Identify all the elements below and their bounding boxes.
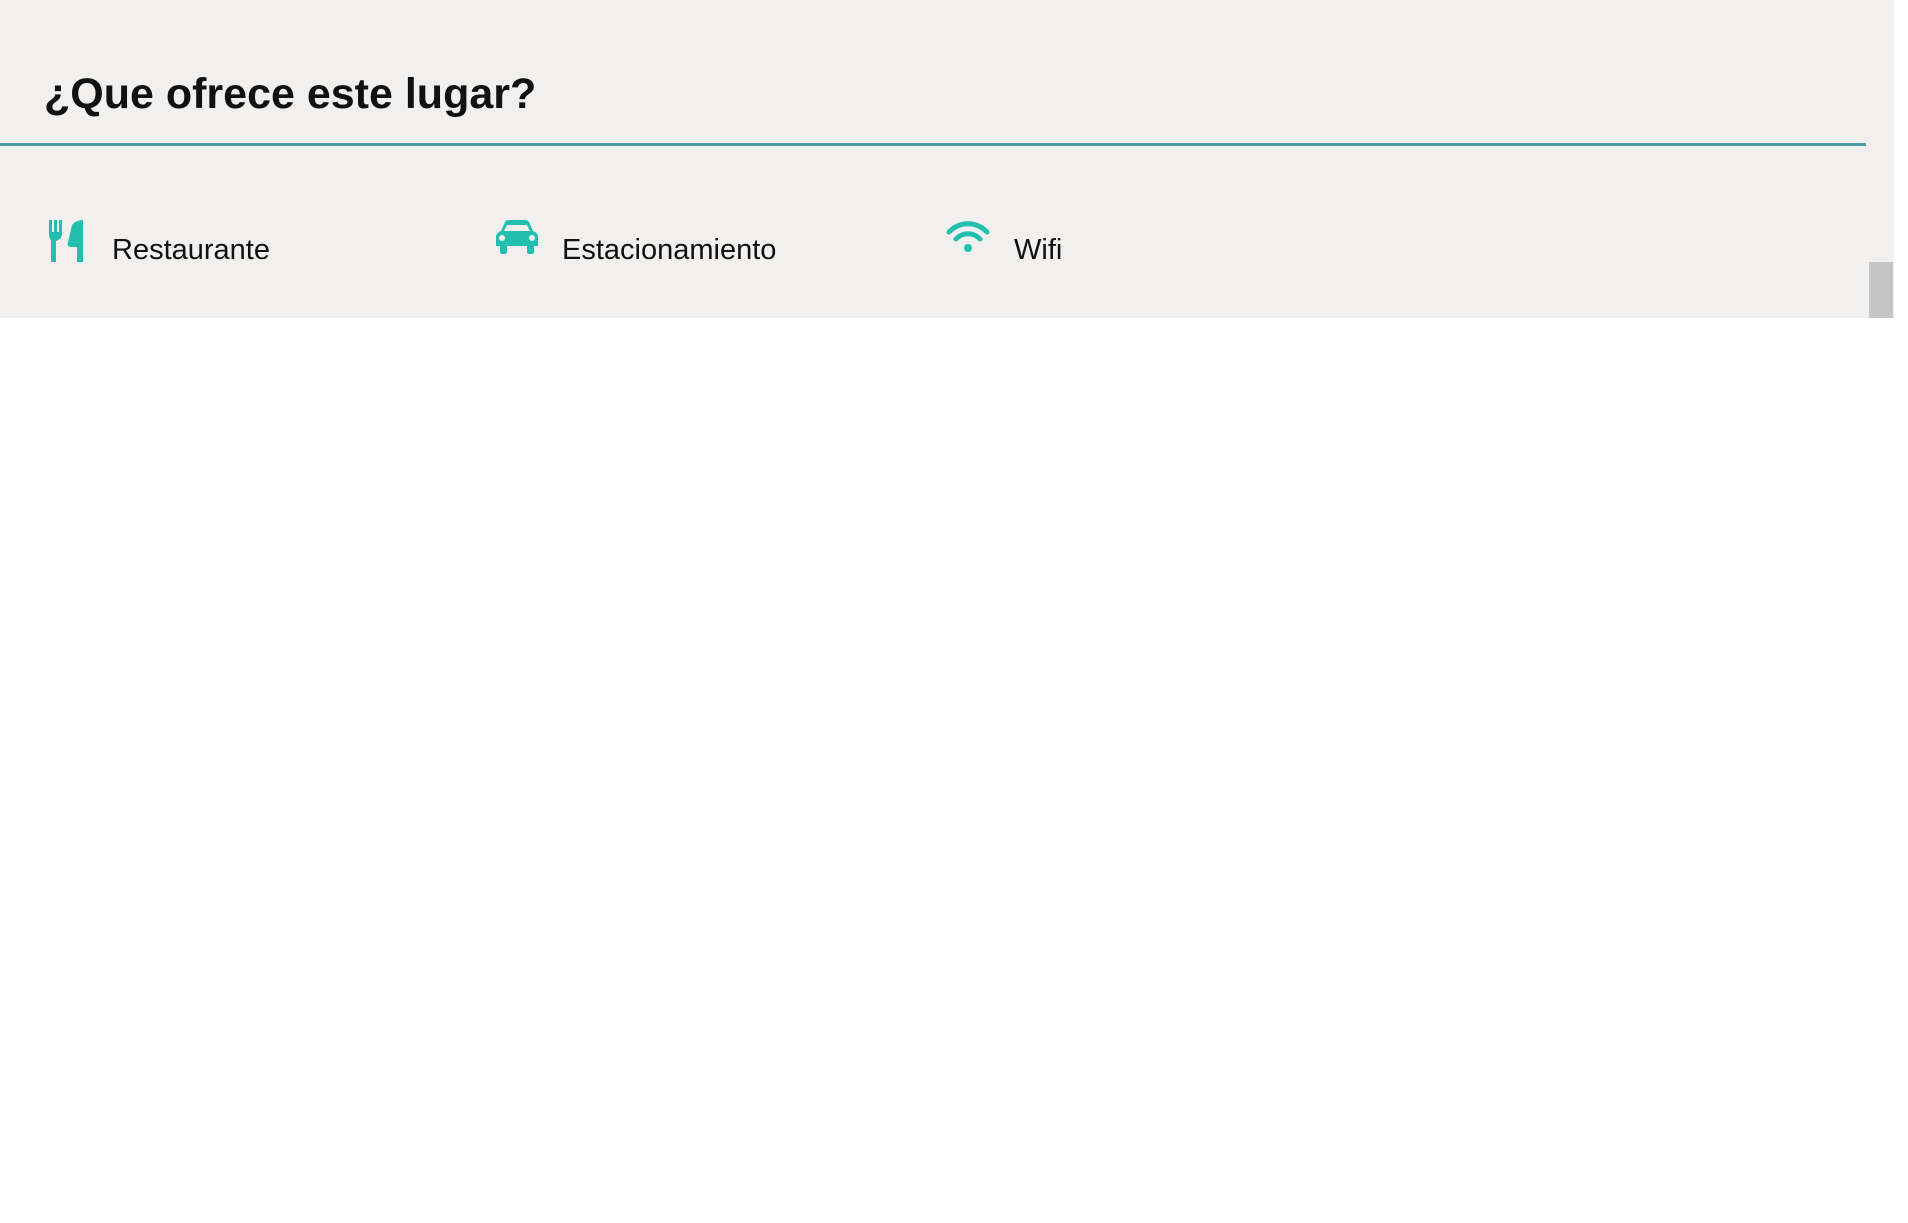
section-divider bbox=[0, 143, 1866, 146]
amenity-label: Estacionamiento bbox=[562, 234, 777, 266]
wifi-icon bbox=[946, 221, 990, 252]
amenity-list: Restaurante Estacionamiento Wifi bbox=[0, 210, 1200, 280]
amenity-label: Wifi bbox=[1014, 234, 1063, 266]
scrollbar-thumb[interactable] bbox=[1869, 262, 1893, 318]
amenities-section: ¿Que ofrece este lugar? Restaurante Esta… bbox=[0, 0, 1894, 318]
section-title: ¿Que ofrece este lugar? bbox=[44, 70, 537, 118]
amenity-label: Restaurante bbox=[112, 234, 270, 266]
utensils-icon bbox=[49, 220, 83, 262]
car-icon bbox=[496, 220, 538, 254]
